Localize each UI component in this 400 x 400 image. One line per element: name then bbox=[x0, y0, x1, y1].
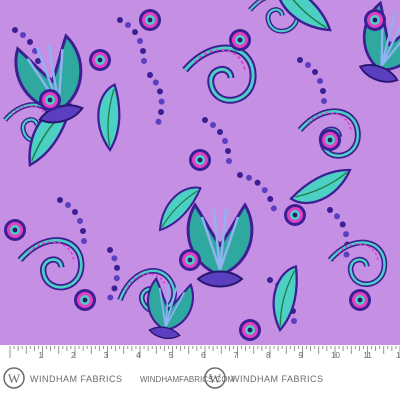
brand-name-right: WINDHAM FABRICS bbox=[231, 374, 324, 384]
ruler-inch-label: 10 bbox=[331, 351, 340, 360]
svg-text:W: W bbox=[8, 371, 21, 386]
fabric-swatch: 123456789101112 W WINDHAM FABRICS WINDHA… bbox=[0, 0, 400, 400]
ruler-inch-label: 3 bbox=[104, 351, 109, 360]
ruler-inch-label: 12 bbox=[396, 351, 400, 360]
ruler-inch-label: 1 bbox=[39, 351, 44, 360]
selvage-ruler: 123456789101112 W WINDHAM FABRICS WINDHA… bbox=[0, 345, 400, 400]
ruler-inch-label: 11 bbox=[364, 351, 373, 360]
ruler-inch-label: 6 bbox=[201, 351, 206, 360]
ruler-inch-label: 2 bbox=[71, 351, 76, 360]
ruler-inch-label: 9 bbox=[299, 351, 304, 360]
ruler-inch-label: 8 bbox=[266, 351, 271, 360]
svg-text:W: W bbox=[209, 371, 222, 386]
ruler-inch-label: 4 bbox=[136, 351, 141, 360]
ruler-inch-label: 5 bbox=[169, 351, 174, 360]
brand-name-left: WINDHAM FABRICS bbox=[30, 374, 123, 384]
ruler-inch-label: 7 bbox=[234, 351, 239, 360]
